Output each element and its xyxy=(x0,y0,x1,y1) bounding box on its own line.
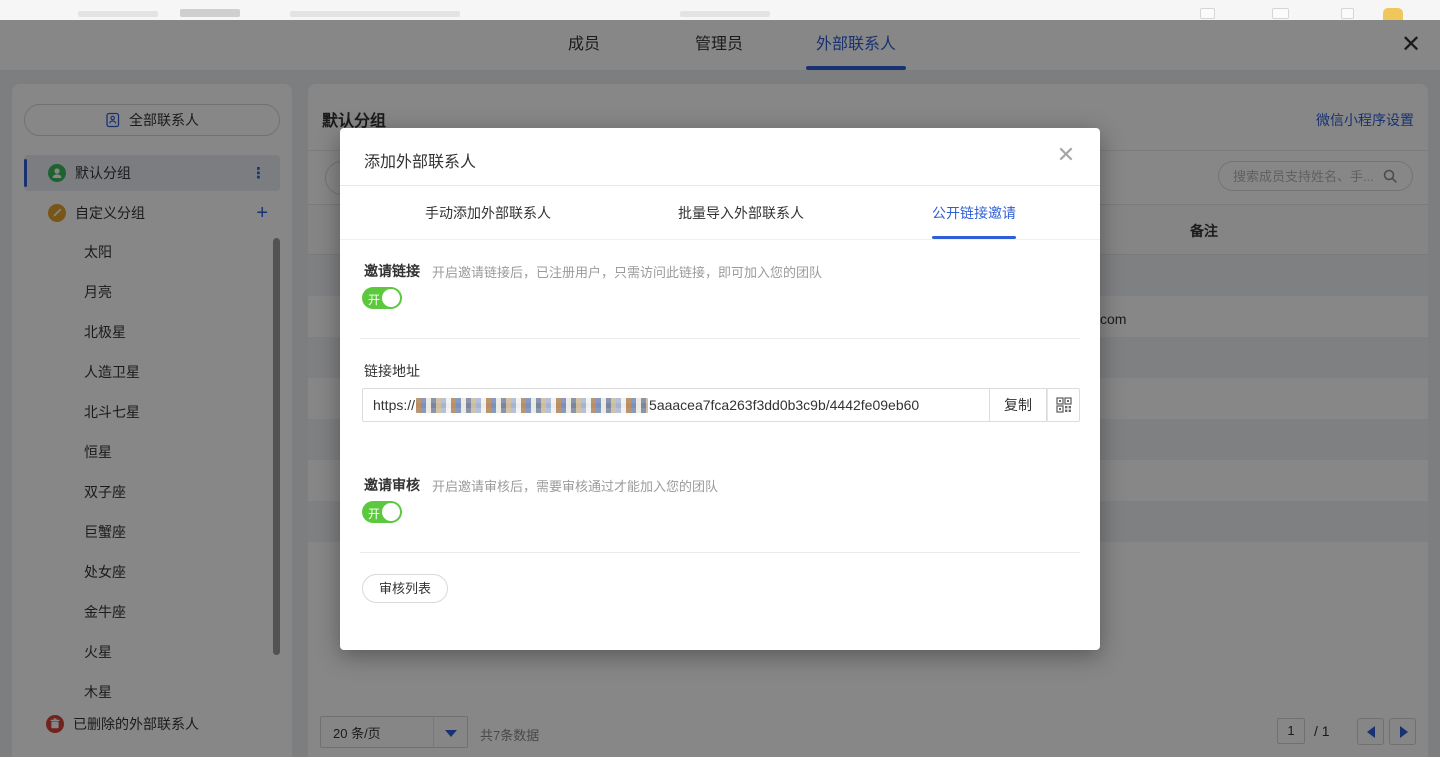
background-fragment xyxy=(1272,8,1289,19)
invite-review-label: 邀请审核 xyxy=(364,475,420,495)
toggle-knob xyxy=(382,503,400,521)
background-window-strip xyxy=(0,0,1440,20)
divider xyxy=(360,552,1080,553)
divider xyxy=(360,338,1080,339)
link-address-row: https:// 5aaacea7fca263f3dd0b3c9b/4442fe0… xyxy=(362,388,1080,422)
url-prefix: https:// xyxy=(373,397,415,413)
add-external-contact-modal: 添加外部联系人 ✕ 手动添加外部联系人 批量导入外部联系人 公开链接邀请 邀请链… xyxy=(340,128,1100,650)
background-fragment xyxy=(290,11,460,17)
modal-title: 添加外部联系人 xyxy=(364,148,476,172)
background-fragment xyxy=(680,11,770,17)
tab-manual-add[interactable]: 手动添加外部联系人 xyxy=(425,186,551,240)
copy-link-button[interactable]: 复制 xyxy=(990,388,1047,422)
modal-close-icon[interactable]: ✕ xyxy=(1054,143,1078,167)
screen: 成员 管理员 外部联系人 ✕ 全部联系人 默认分组 xyxy=(0,0,1440,757)
background-fragment xyxy=(1341,8,1354,19)
qr-code-button[interactable] xyxy=(1047,388,1080,422)
url-suffix: 5aaacea7fca263f3dd0b3c9b/4442fe09eb60 xyxy=(649,397,919,413)
modal-header: 添加外部联系人 ✕ xyxy=(340,128,1100,186)
background-fragment xyxy=(78,11,158,17)
modal-tabs: 手动添加外部联系人 批量导入外部联系人 公开链接邀请 xyxy=(340,186,1100,240)
active-tab-underline xyxy=(932,236,1016,239)
background-fragment xyxy=(180,9,240,17)
tab-public-link-invite[interactable]: 公开链接邀请 xyxy=(932,186,1016,240)
invite-link-label: 邀请链接 xyxy=(364,261,420,281)
link-url-input[interactable]: https:// 5aaacea7fca263f3dd0b3c9b/4442fe0… xyxy=(362,388,990,422)
link-address-label: 链接地址 xyxy=(364,361,420,381)
review-list-button[interactable]: 审核列表 xyxy=(362,574,448,603)
qr-code-icon xyxy=(1056,397,1072,413)
tab-batch-import[interactable]: 批量导入外部联系人 xyxy=(678,186,804,240)
invite-link-desc: 开启邀请链接后，已注册用户，只需访问此链接，即可加入您的团队 xyxy=(432,262,822,281)
invite-review-toggle[interactable]: 开 xyxy=(362,501,402,523)
toggle-on-label: 开 xyxy=(368,505,380,522)
background-fragment xyxy=(1200,8,1215,19)
invite-review-desc: 开启邀请审核后，需要审核通过才能加入您的团队 xyxy=(432,476,718,495)
url-censored-mosaic xyxy=(416,398,648,413)
toggle-on-label: 开 xyxy=(368,291,380,308)
toggle-knob xyxy=(382,289,400,307)
background-logo-fragment xyxy=(1383,8,1403,20)
invite-link-toggle[interactable]: 开 xyxy=(362,287,402,309)
